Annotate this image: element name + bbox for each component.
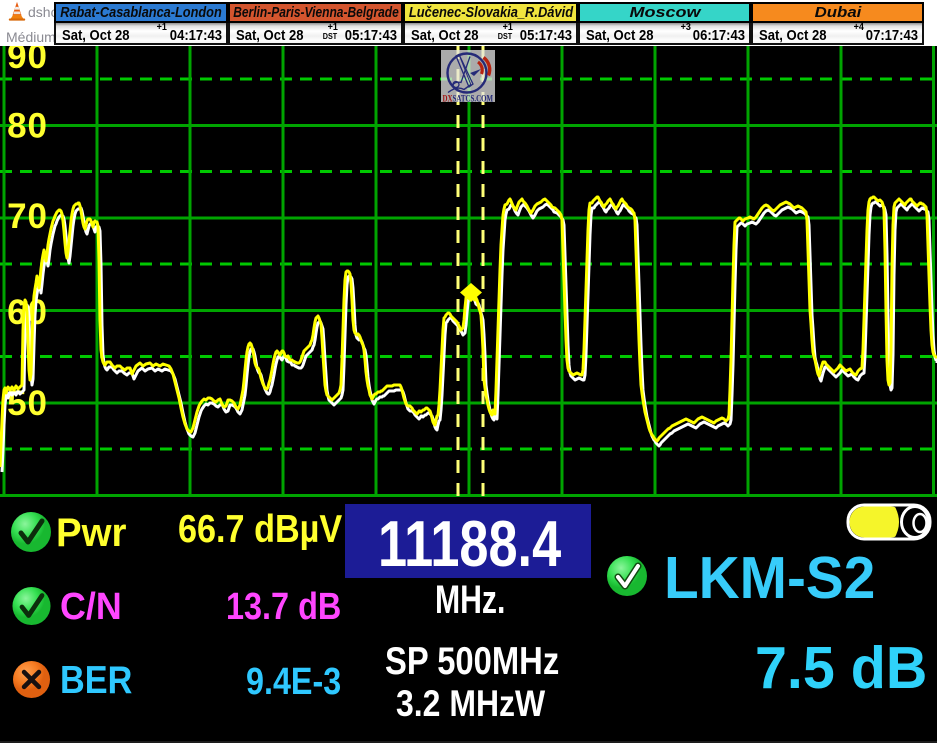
svg-text:70: 70 xyxy=(7,197,48,236)
svg-text:DXSATCS.COM: DXSATCS.COM xyxy=(443,95,494,105)
svg-text:90: 90 xyxy=(7,46,48,76)
svg-text:80: 80 xyxy=(7,107,48,146)
